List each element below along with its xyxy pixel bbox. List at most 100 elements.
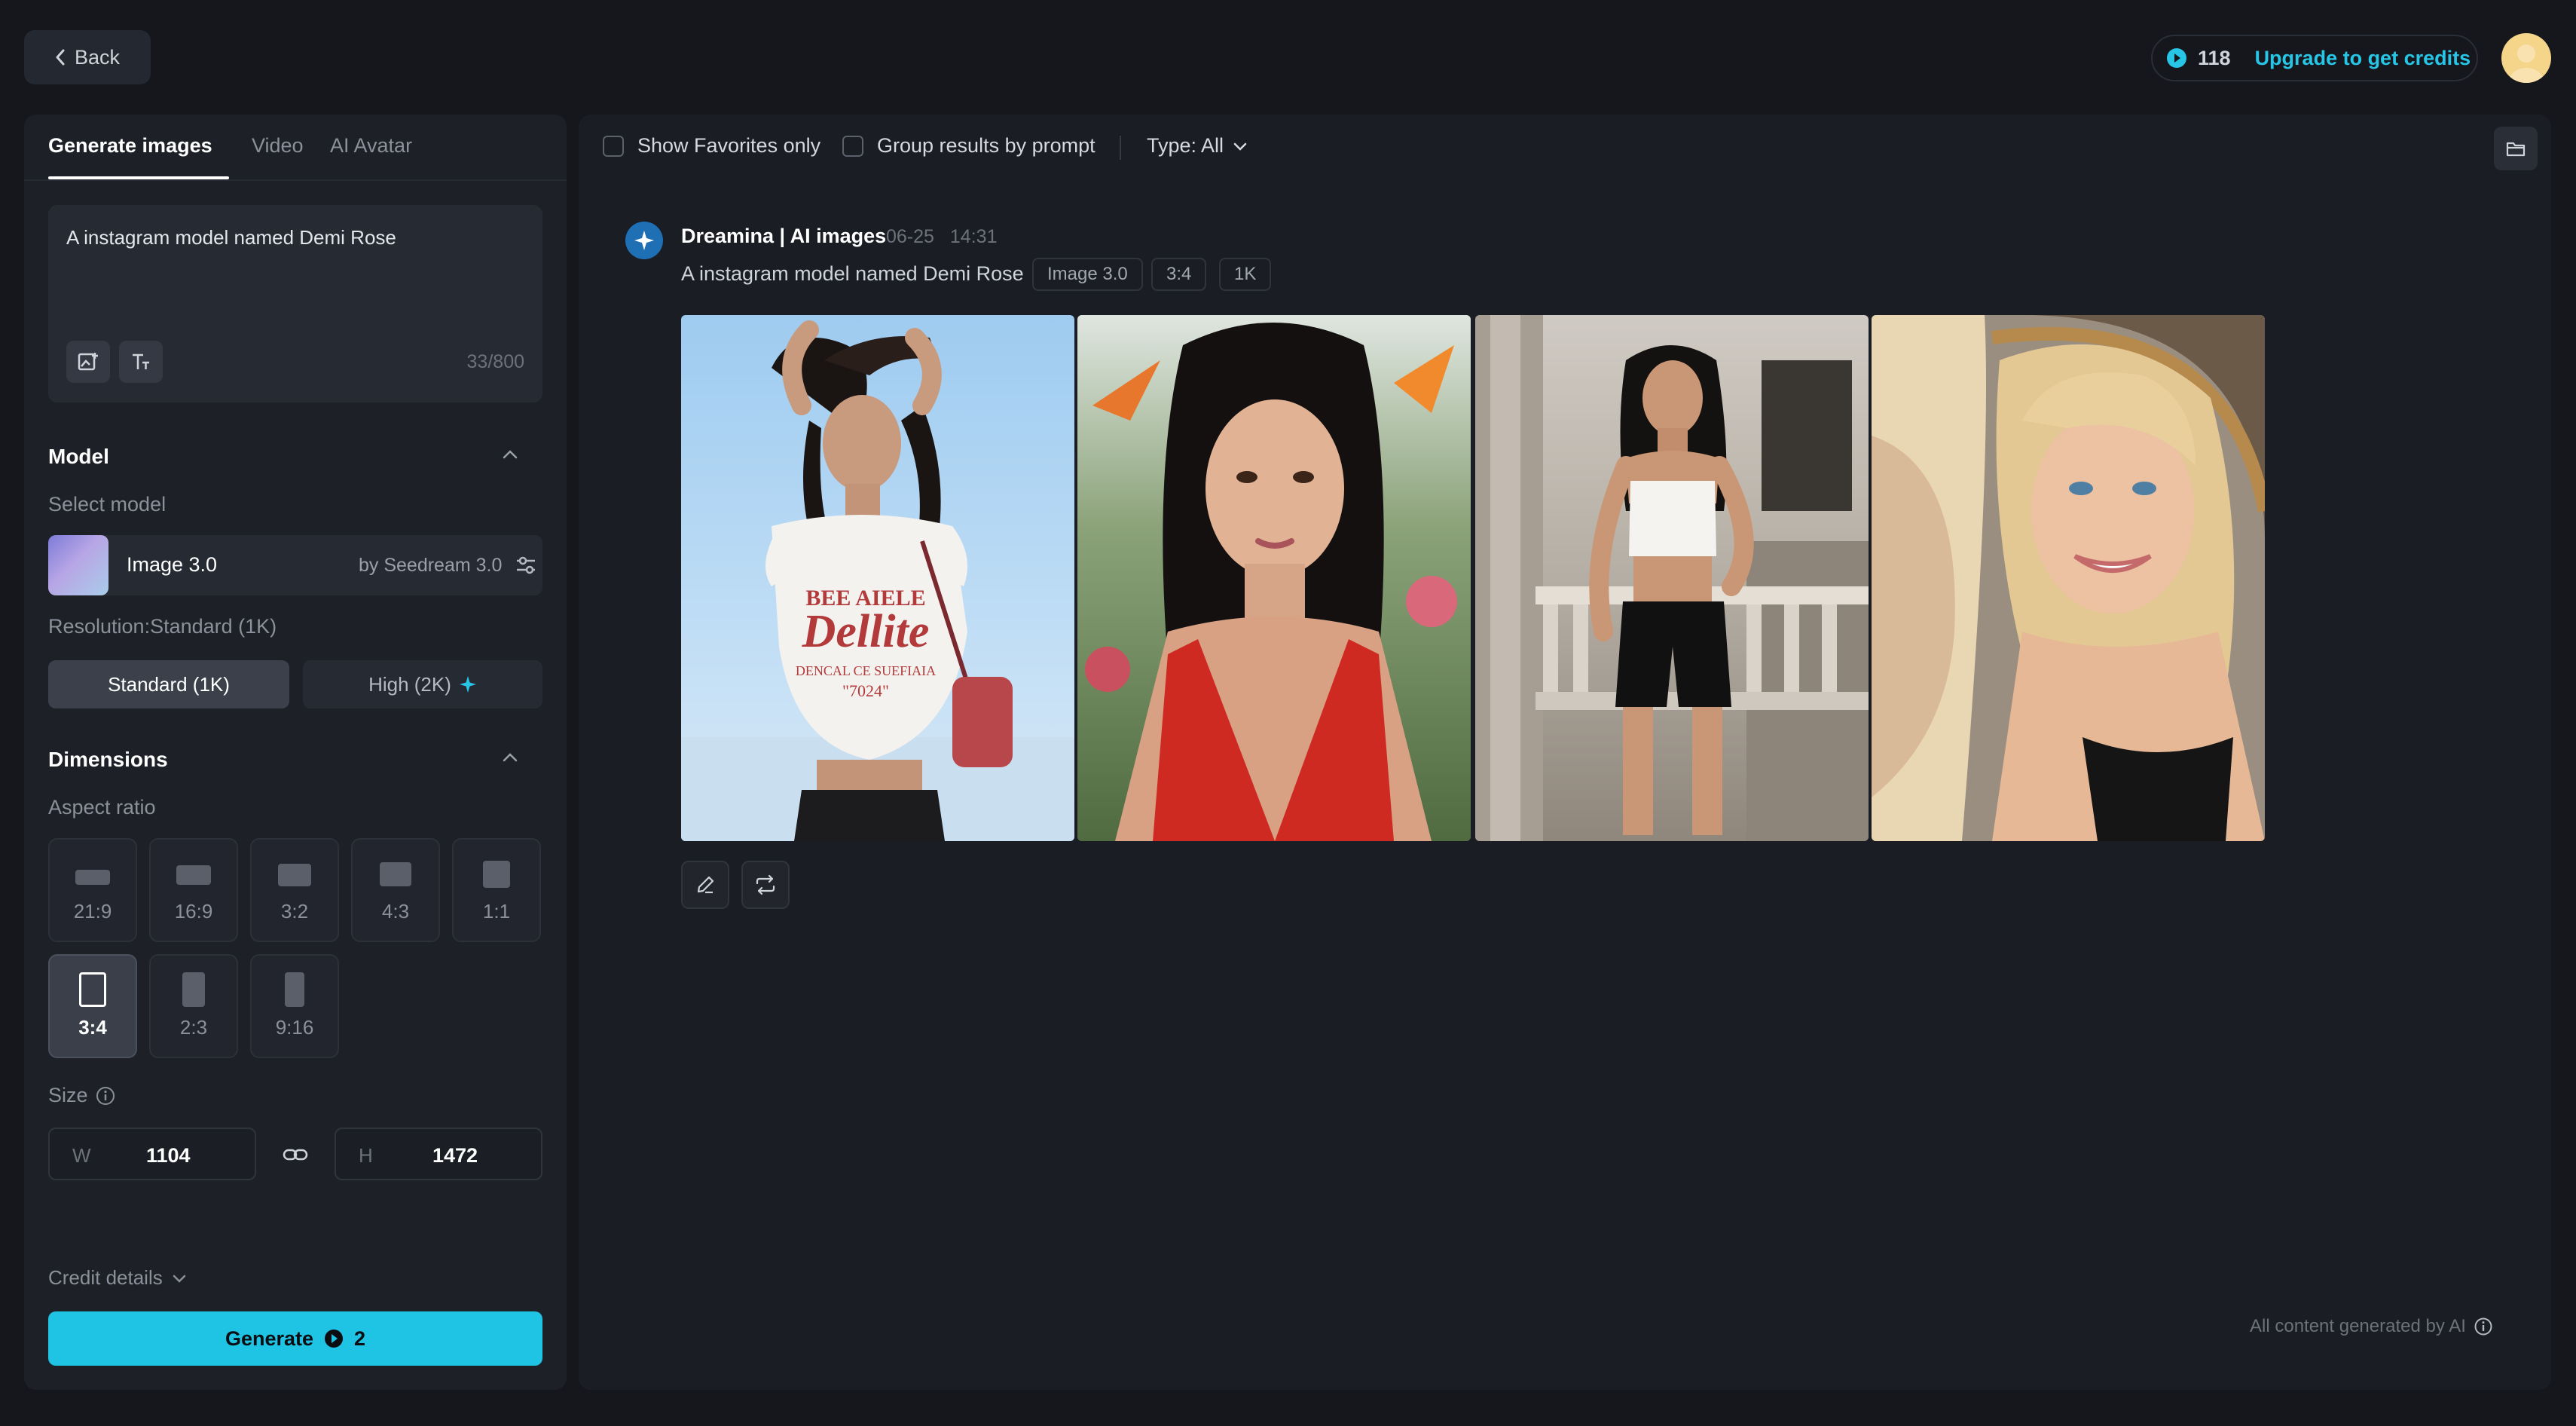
dimensions-section-title: Dimensions [48, 748, 168, 771]
ratio-4-3[interactable]: 4:3 [351, 838, 440, 942]
ratio-label: 16:9 [174, 900, 213, 923]
tab-video[interactable]: Video [252, 134, 304, 158]
generation-panel: Generate images Video AI Avatar A instag… [24, 115, 567, 1390]
width-field[interactable]: W 1104 [48, 1128, 256, 1180]
prompt-text[interactable]: A instagram model named Demi Rose [66, 226, 396, 249]
edit-button[interactable] [681, 861, 729, 909]
mode-tabs: Generate images Video AI Avatar [24, 115, 567, 181]
tag-model: Image 3.0 [1032, 258, 1143, 291]
back-button[interactable]: Back [24, 30, 151, 84]
ratio-9-16[interactable]: 9:16 [250, 954, 339, 1058]
active-tab-indicator [48, 176, 229, 179]
sparkle-icon [459, 675, 477, 693]
regenerate-button[interactable] [741, 861, 790, 909]
generated-image-1[interactable]: BEE AIELE Dellite DENCAL CE SUEFIAIA "70… [681, 315, 1074, 841]
info-icon[interactable] [95, 1085, 116, 1106]
ratio-shape-icon [285, 972, 304, 1007]
info-icon[interactable] [2474, 1317, 2493, 1336]
ratio-label: 4:3 [381, 900, 410, 923]
ratio-shape-icon [278, 864, 311, 886]
shirt-print-line-2: Dellite [802, 606, 930, 657]
credit-coin-icon [324, 1329, 344, 1348]
generated-image-4[interactable] [1872, 315, 2265, 841]
credits-pill[interactable]: 118 Upgrade to get credits [2151, 35, 2478, 81]
folder-icon [2506, 139, 2526, 158]
credit-coin-icon [2166, 47, 2187, 69]
folder-button[interactable] [2494, 127, 2538, 170]
tab-ai-avatar[interactable]: AI Avatar [330, 134, 412, 158]
result-title: Dreamina | AI images [681, 225, 887, 247]
aspect-ratio-label: Aspect ratio [48, 796, 156, 819]
disclaimer-text: All content generated by AI [2250, 1316, 2466, 1336]
ratio-shape-icon [380, 862, 411, 886]
group-checkbox[interactable] [842, 135, 863, 157]
tab-generate-images[interactable]: Generate images [48, 134, 212, 158]
resolution-standard-label: Standard (1K) [108, 672, 230, 696]
ratio-3-4[interactable]: 3:4 [48, 954, 137, 1058]
text-format-icon [130, 350, 152, 373]
link-icon[interactable] [282, 1141, 309, 1168]
ratio-21-9[interactable]: 21:9 [48, 838, 137, 942]
favorites-checkbox[interactable] [603, 135, 624, 157]
upgrade-link[interactable]: Upgrade to get credits [2255, 47, 2471, 70]
resolution-high-button[interactable]: High (2K) [303, 660, 542, 708]
ratio-shape-icon [75, 870, 110, 885]
model-thumbnail [48, 535, 108, 595]
ratio-16-9[interactable]: 16:9 [149, 838, 238, 942]
text-style-button[interactable] [119, 341, 163, 383]
favorites-label: Show Favorites only [637, 134, 821, 157]
user-avatar[interactable] [2501, 33, 2551, 83]
ratio-2-3[interactable]: 2:3 [149, 954, 238, 1058]
ratio-label: 21:9 [73, 900, 112, 923]
character-counter: 33/800 [466, 351, 524, 372]
resolution-standard-button[interactable]: Standard (1K) [48, 660, 289, 708]
width-value[interactable]: 1104 [146, 1144, 191, 1167]
tag-ratio: 3:4 [1151, 258, 1207, 291]
credit-details-toggle[interactable]: Credit details [48, 1266, 187, 1290]
chevron-up-icon[interactable] [502, 449, 518, 460]
generated-image-2[interactable] [1077, 315, 1471, 841]
generate-button[interactable]: Generate 2 [48, 1311, 542, 1366]
chevron-up-icon[interactable] [502, 752, 518, 763]
shirt-print-line-3: DENCAL CE SUEFIAIA [796, 663, 936, 678]
toolbar-divider [1120, 136, 1121, 160]
ratio-1-1[interactable]: 1:1 [452, 838, 541, 942]
dreamina-logo-icon [625, 222, 663, 259]
prompt-input[interactable]: A instagram model named Demi Rose 33/800 [48, 205, 542, 402]
height-field[interactable]: H 1472 [335, 1128, 542, 1180]
height-value[interactable]: 1472 [432, 1144, 478, 1167]
image-reference-button[interactable] [66, 341, 110, 383]
ratio-shape-icon [182, 972, 205, 1007]
favorites-filter[interactable]: Show Favorites only [603, 134, 820, 158]
chevron-left-icon [55, 49, 66, 66]
ratio-shape-icon [79, 972, 106, 1007]
size-label: Size [48, 1084, 88, 1106]
group-by-prompt-filter[interactable]: Group results by prompt [842, 134, 1095, 158]
model-section-title: Model [48, 445, 109, 468]
sliders-icon[interactable] [514, 553, 538, 577]
resolution-label: Resolution:Standard (1K) [48, 615, 277, 638]
type-filter-dropdown[interactable]: Type: All [1147, 134, 1248, 158]
generated-image-3[interactable] [1475, 315, 1869, 841]
chevron-down-icon [1233, 141, 1248, 151]
model-name: Image 3.0 [127, 553, 218, 576]
ai-disclaimer: All content generated by AI [2250, 1316, 2493, 1337]
result-timestamp: 06-25 14:31 [886, 226, 997, 248]
resolution-high-label: High (2K) [368, 672, 451, 696]
back-label: Back [74, 45, 121, 69]
credits-count: 118 [2198, 46, 2231, 69]
ratio-label: 1:1 [482, 900, 511, 923]
ratio-3-2[interactable]: 3:2 [250, 838, 339, 942]
generate-cost: 2 [354, 1327, 366, 1350]
pencil-icon [695, 874, 716, 895]
result-time: 14:31 [949, 226, 998, 247]
ratio-label: 3:2 [280, 900, 309, 923]
credit-details-label: Credit details [48, 1266, 163, 1289]
model-provider: by Seedream 3.0 [359, 555, 503, 576]
result-prompt: A instagram model named Demi Rose [681, 262, 1024, 285]
model-select[interactable]: Image 3.0 by Seedream 3.0 [48, 535, 542, 595]
ratio-label: 3:4 [78, 1016, 107, 1039]
generate-label: Generate [225, 1327, 314, 1350]
type-filter-label: Type: All [1147, 134, 1224, 157]
ratio-shape-icon [483, 861, 510, 888]
